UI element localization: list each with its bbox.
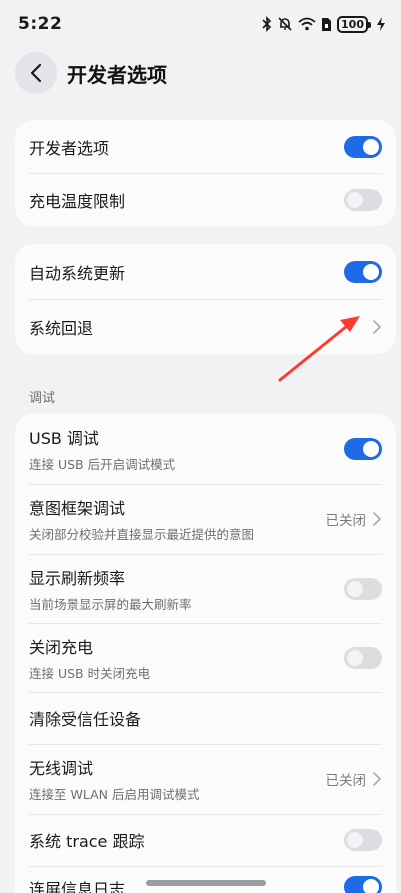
section-label-debug: 调试 — [29, 391, 56, 406]
chevron-right-icon — [372, 772, 382, 786]
chevron-right-icon — [372, 319, 382, 334]
screen-info-log-toggle[interactable] — [344, 876, 382, 893]
row-title: 意图框架调试 — [29, 499, 126, 518]
wifi-icon — [298, 15, 316, 33]
developer-options-toggle[interactable] — [344, 135, 382, 158]
bluetooth-icon — [262, 15, 272, 33]
show-refresh-rate-toggle[interactable] — [344, 577, 382, 600]
charging-icon — [377, 15, 385, 33]
page-header: 开发者选项 — [0, 48, 401, 98]
row-system-trace[interactable]: 系统 trace 跟踪 — [15, 814, 396, 866]
status-bar: 5:22 100 — [0, 0, 401, 48]
row-title: 关闭充电 — [29, 637, 94, 657]
auto-system-update-toggle[interactable] — [344, 260, 382, 283]
row-show-refresh-rate[interactable]: 显示刷新频率 当前场景显示屏的最大刷新率 — [15, 554, 396, 623]
chevron-left-icon — [30, 63, 42, 83]
row-title: 开发者选项 — [29, 138, 110, 158]
system-trace-toggle[interactable] — [344, 829, 382, 851]
row-disable-charging[interactable]: 关闭充电 连接 USB 时关闭充电 — [15, 623, 396, 692]
row-subtitle: 当前场景显示屏的最大刷新率 — [29, 596, 192, 612]
row-developer-options[interactable]: 开发者选项 — [15, 120, 396, 173]
row-title: 系统 trace 跟踪 — [29, 832, 145, 851]
battery-icon: 100 — [337, 15, 371, 33]
row-value: 已关闭 — [325, 773, 367, 789]
row-subtitle: 关闭部分校验并直接显示最近提供的意图 — [29, 527, 255, 542]
debug-card: USB 调试 连接 USB 后开启调试模式 意图框架调试 关闭部分校验并直接显示… — [15, 414, 396, 893]
row-charging-temp-limit[interactable]: 充电温度限制 — [15, 173, 396, 226]
row-title: 无线调试 — [29, 759, 94, 778]
row-usb-debugging[interactable]: USB 调试 连接 USB 后开启调试模式 — [15, 414, 396, 484]
row-title: 自动系统更新 — [29, 263, 126, 283]
annotation-arrow — [278, 316, 360, 382]
row-intent-framework-debug[interactable]: 意图框架调试 关闭部分校验并直接显示最近提供的意图 已关闭 — [15, 484, 396, 554]
status-icons: 100 — [262, 15, 385, 33]
row-title: USB 调试 — [29, 429, 99, 448]
row-subtitle: 连接至 WLAN 后启用调试模式 — [29, 787, 200, 802]
row-title: 充电温度限制 — [29, 191, 126, 211]
row-clear-trusted-devices[interactable]: 清除受信任设备 — [15, 692, 396, 744]
charging-temp-limit-toggle[interactable] — [344, 188, 382, 211]
row-title: 连屏信息日志 — [29, 880, 126, 893]
chevron-right-icon — [372, 512, 382, 526]
disable-charging-toggle[interactable] — [344, 646, 382, 669]
row-subtitle: 连接 USB 时关闭充电 — [29, 665, 151, 681]
developer-options-card: 开发者选项 充电温度限制 — [15, 120, 396, 226]
back-button[interactable] — [15, 52, 57, 94]
sim-icon — [321, 15, 332, 33]
mute-bell-icon — [277, 15, 293, 33]
row-title: 清除受信任设备 — [29, 710, 142, 729]
page-title: 开发者选项 — [67, 62, 167, 87]
row-title: 系统回退 — [29, 318, 94, 338]
usb-debugging-toggle[interactable] — [344, 438, 382, 460]
row-auto-system-update[interactable]: 自动系统更新 — [15, 244, 396, 299]
home-indicator[interactable] — [146, 880, 266, 886]
row-subtitle: 连接 USB 后开启调试模式 — [29, 457, 176, 472]
row-value: 已关闭 — [325, 513, 367, 529]
battery-level: 100 — [341, 17, 364, 31]
row-wireless-debugging[interactable]: 无线调试 连接至 WLAN 后启用调试模式 已关闭 — [15, 744, 396, 814]
status-time: 5:22 — [18, 14, 63, 34]
row-title: 显示刷新频率 — [29, 568, 126, 588]
